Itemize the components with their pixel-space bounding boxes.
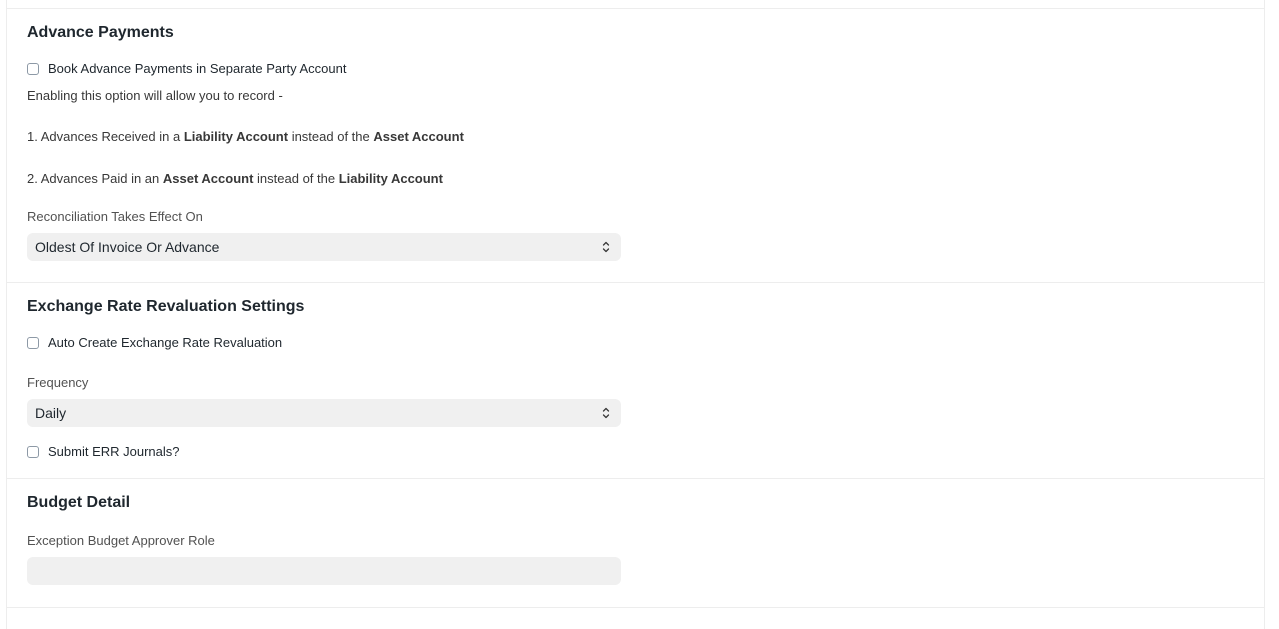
submit-err-journals-checkbox-row[interactable]: Submit ERR Journals? (27, 444, 180, 460)
approver-role-input[interactable] (27, 557, 621, 585)
section-title-advance-payments: Advance Payments (27, 24, 174, 41)
chevron-up-down-icon (601, 405, 611, 421)
point-1-middle: instead of the (288, 129, 374, 144)
point-2-bold-asset: Asset Account (162, 171, 254, 186)
point-2-bold-liability: Liability Account (338, 171, 443, 186)
exchange-rate-section: Exchange Rate Revaluation Settings Auto … (7, 282, 1264, 478)
point-2-middle: instead of the (253, 171, 339, 186)
submit-err-journals-label: Submit ERR Journals? (48, 444, 180, 459)
advance-payments-section: Advance Payments Book Advance Payments i… (7, 8, 1264, 282)
advance-payments-point-1: 1. Advances Received in a Liability Acco… (27, 129, 464, 145)
approver-role-label: Exception Budget Approver Role (27, 533, 215, 548)
frequency-select-value: Daily (35, 405, 67, 421)
point-1-bold-asset: Asset Account (373, 129, 464, 144)
auto-create-err-checkbox[interactable] (27, 337, 39, 349)
book-advance-payments-checkbox-row[interactable]: Book Advance Payments in Separate Party … (27, 61, 346, 77)
section-title-exchange-rate: Exchange Rate Revaluation Settings (27, 298, 305, 315)
frequency-label: Frequency (27, 375, 89, 390)
reconciliation-select-value: Oldest Of Invoice Or Advance (35, 239, 220, 255)
point-1-prefix: 1. Advances Received in a (27, 129, 184, 144)
next-section (7, 607, 1264, 629)
budget-detail-section: Budget Detail Exception Budget Approver … (7, 478, 1264, 608)
frequency-select[interactable]: Daily (27, 399, 621, 427)
settings-form: Advance Payments Book Advance Payments i… (6, 0, 1265, 629)
reconciliation-select[interactable]: Oldest Of Invoice Or Advance (27, 233, 621, 261)
section-title-budget-detail: Budget Detail (27, 494, 131, 511)
point-1-bold-liability: Liability Account (183, 129, 289, 144)
book-advance-payments-label: Book Advance Payments in Separate Party … (48, 61, 347, 76)
reconciliation-label: Reconciliation Takes Effect On (27, 209, 203, 224)
chevron-up-down-icon (601, 239, 611, 255)
advance-payments-point-2: 2. Advances Paid in an Asset Account ins… (27, 171, 443, 187)
auto-create-err-label: Auto Create Exchange Rate Revaluation (48, 335, 283, 350)
book-advance-payments-checkbox[interactable] (27, 63, 39, 75)
submit-err-journals-checkbox[interactable] (27, 446, 39, 458)
point-2-prefix: 2. Advances Paid in an (27, 171, 163, 186)
advance-payments-description: Enabling this option will allow you to r… (27, 88, 283, 103)
auto-create-err-checkbox-row[interactable]: Auto Create Exchange Rate Revaluation (27, 335, 282, 351)
